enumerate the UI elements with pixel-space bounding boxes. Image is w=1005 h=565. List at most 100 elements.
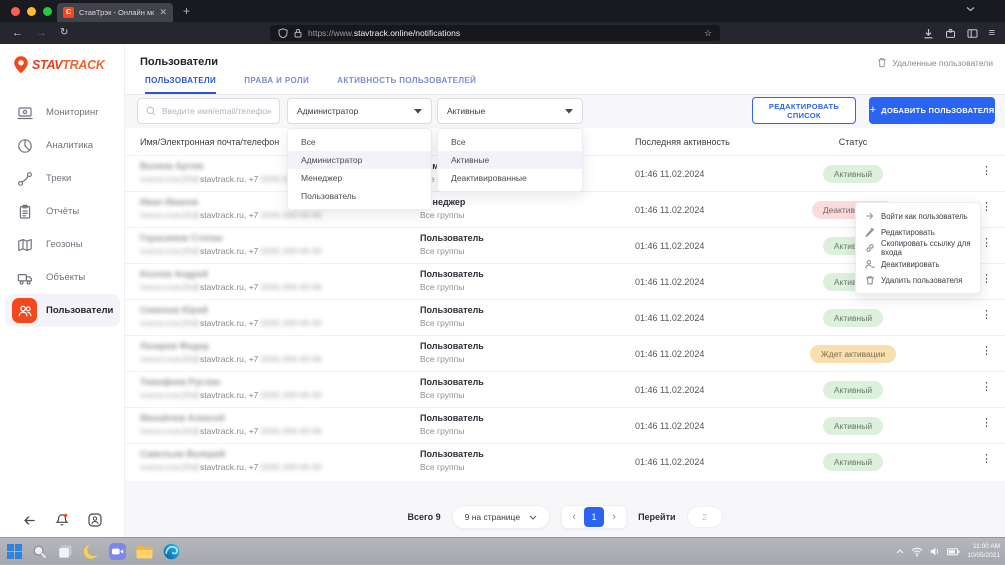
sidebar-item-geozones[interactable]: Геозоны xyxy=(0,228,125,261)
edit-list-button[interactable]: РЕДАКТИРОВАТЬ СПИСОК xyxy=(752,97,856,124)
table-row: Михайлов Алексейivanov.ivan26@stavtrack.… xyxy=(125,407,1005,443)
role-filter-option[interactable]: Все xyxy=(288,133,431,151)
row-menu-button[interactable]: ⋮ xyxy=(977,416,997,429)
sidebar-item-monitoring[interactable]: Мониторинг xyxy=(0,96,125,129)
notifications-bell-icon[interactable] xyxy=(55,513,69,527)
user-name-cell: Михайлов Алексейivanov.ivan26@stavtrack.… xyxy=(140,413,322,436)
sidebar-item-analytics[interactable]: Аналитика xyxy=(0,129,125,162)
search-icon xyxy=(146,106,156,116)
tab-rights-roles[interactable]: ПРАВА И РОЛИ xyxy=(244,76,309,94)
sidebar-bottom xyxy=(0,513,125,527)
browser-titlebar: С СтавТрэк - Онлайн мониторин ✕ + xyxy=(0,0,1005,22)
tab-users[interactable]: ПОЛЬЗОВАТЕЛИ xyxy=(145,76,216,94)
role-filter-option[interactable]: Пользователь xyxy=(288,187,431,205)
tab-list-chevron-icon[interactable] xyxy=(966,6,975,12)
deleted-users-label: Удаленные пользователи xyxy=(892,58,993,68)
row-menu-button[interactable]: ⋮ xyxy=(977,164,997,177)
collapse-sidebar-icon[interactable] xyxy=(23,514,36,527)
tab-close-icon[interactable]: ✕ xyxy=(159,7,167,18)
moon-app-icon[interactable] xyxy=(83,544,99,560)
monitoring-icon xyxy=(12,100,37,125)
user-name: Тимофеев Руслан xyxy=(140,377,322,387)
tray-chevron-up-icon[interactable] xyxy=(896,549,904,554)
wifi-icon[interactable] xyxy=(911,547,923,557)
chevron-down-icon xyxy=(565,109,573,114)
status-badge: Активный xyxy=(823,453,883,471)
battery-icon[interactable] xyxy=(947,548,960,556)
sidebar-item-tracks[interactable]: Треки xyxy=(0,162,125,195)
browser-tab[interactable]: С СтавТрэк - Онлайн мониторин ✕ xyxy=(57,3,173,22)
lock-icon[interactable] xyxy=(293,28,303,38)
context-menu-deactivate[interactable]: Деактивировать xyxy=(856,256,980,272)
extensions-icon[interactable] xyxy=(945,28,956,39)
taskbar-search-icon[interactable] xyxy=(32,544,48,560)
shield-icon[interactable] xyxy=(278,28,288,38)
profile-icon[interactable] xyxy=(88,513,102,527)
role-filter-option[interactable]: Менеджер xyxy=(288,169,431,187)
search-input[interactable] xyxy=(162,106,271,116)
user-name: Козлов Андрей xyxy=(140,269,322,279)
context-menu-login-as[interactable]: Войти как пользователь xyxy=(856,208,980,224)
tab-user-activity[interactable]: АКТИВНОСТЬ ПОЛЬЗОВАТЕЛЕЙ xyxy=(337,76,476,94)
row-menu-button[interactable]: ⋮ xyxy=(977,452,997,465)
volume-icon[interactable] xyxy=(930,547,940,556)
menu-hamburger-icon[interactable]: ≡ xyxy=(989,27,995,39)
per-page-select[interactable]: 9 на странице xyxy=(452,505,550,529)
row-menu-button[interactable]: ⋮ xyxy=(977,380,997,393)
sidebar-item-label: Пользователи xyxy=(46,305,113,316)
minimize-window-button[interactable] xyxy=(27,7,36,16)
prev-page-button[interactable]: ‹ xyxy=(564,511,584,523)
close-window-button[interactable] xyxy=(11,7,20,16)
back-button[interactable]: ← xyxy=(12,26,23,40)
taskbar-icons xyxy=(7,538,180,565)
downloads-icon[interactable] xyxy=(923,28,934,39)
status-filter-option[interactable]: Деактивированные xyxy=(438,169,582,187)
context-menu-delete[interactable]: Удалить пользователя xyxy=(856,272,980,288)
row-menu-button[interactable]: ⋮ xyxy=(977,308,997,321)
user-group: Все группы xyxy=(420,462,484,472)
column-header-status: Статус xyxy=(788,137,918,147)
sidebar-item-users[interactable]: Пользователи xyxy=(5,294,120,327)
user-name-cell: Козлов Андрейivanov.ivan26@stavtrack.ru,… xyxy=(140,269,322,292)
brand-stav: STAV xyxy=(32,58,62,72)
maximize-window-button[interactable] xyxy=(43,7,52,16)
forward-button[interactable]: → xyxy=(36,26,47,40)
user-name: Михайлов Алексей xyxy=(140,413,322,423)
user-role-cell: ПользовательВсе группы xyxy=(420,233,484,256)
trash-icon xyxy=(877,57,887,68)
reload-button[interactable]: ↻ xyxy=(60,26,68,40)
user-email-phone: ivanov.ivan26@stavtrack.ru, +7 (999) 999… xyxy=(140,462,322,472)
edge-browser-icon[interactable] xyxy=(163,543,180,560)
role-filter-option[interactable]: Администратор xyxy=(288,151,431,169)
next-page-button[interactable]: › xyxy=(604,511,624,523)
deleted-users-link[interactable]: Удаленные пользователи xyxy=(877,57,993,68)
user-group: Все группы xyxy=(420,246,484,256)
tab-favicon: С xyxy=(63,7,74,18)
user-role-cell: ПользовательВсе группы xyxy=(420,377,484,400)
sidebar-panel-icon[interactable] xyxy=(967,28,978,39)
context-menu-copy-link[interactable]: Скопировать ссылку для входа xyxy=(856,240,980,256)
goto-page-input[interactable] xyxy=(687,506,723,528)
status-filter-option[interactable]: Активные xyxy=(438,151,582,169)
status-filter-option[interactable]: Все xyxy=(438,133,582,151)
user-name-cell: Герасимов Степанivanov.ivan26@stavtrack.… xyxy=(140,233,322,256)
sidebar-item-reports[interactable]: Отчёты xyxy=(0,195,125,228)
add-user-button[interactable]: +ДОБАВИТЬ ПОЛЬЗОВАТЕЛЯ xyxy=(869,97,995,124)
context-menu-edit[interactable]: Редактировать xyxy=(856,224,980,240)
url-bar[interactable]: https://www. stavtrack.online/notificati… xyxy=(270,25,720,41)
file-explorer-icon[interactable] xyxy=(136,545,153,559)
taskbar-clock[interactable]: 11:00 AM 10/05/2021 xyxy=(967,543,1000,560)
task-view-icon[interactable] xyxy=(58,544,73,559)
new-tab-button[interactable]: + xyxy=(183,4,190,19)
status-filter-select[interactable]: Активные xyxy=(437,98,583,124)
plus-icon: + xyxy=(870,104,877,116)
user-group: Все группы xyxy=(420,210,465,220)
row-menu-button[interactable]: ⋮ xyxy=(977,344,997,357)
role-filter-select[interactable]: Администратор xyxy=(287,98,432,124)
sidebar-item-objects[interactable]: Объекты xyxy=(0,261,125,294)
tracks-icon xyxy=(12,166,37,191)
bookmark-star-icon[interactable]: ☆ xyxy=(704,28,712,39)
current-page-button[interactable]: 1 xyxy=(584,507,604,527)
windows-start-icon[interactable] xyxy=(7,544,22,559)
teams-chat-icon[interactable] xyxy=(109,543,126,560)
